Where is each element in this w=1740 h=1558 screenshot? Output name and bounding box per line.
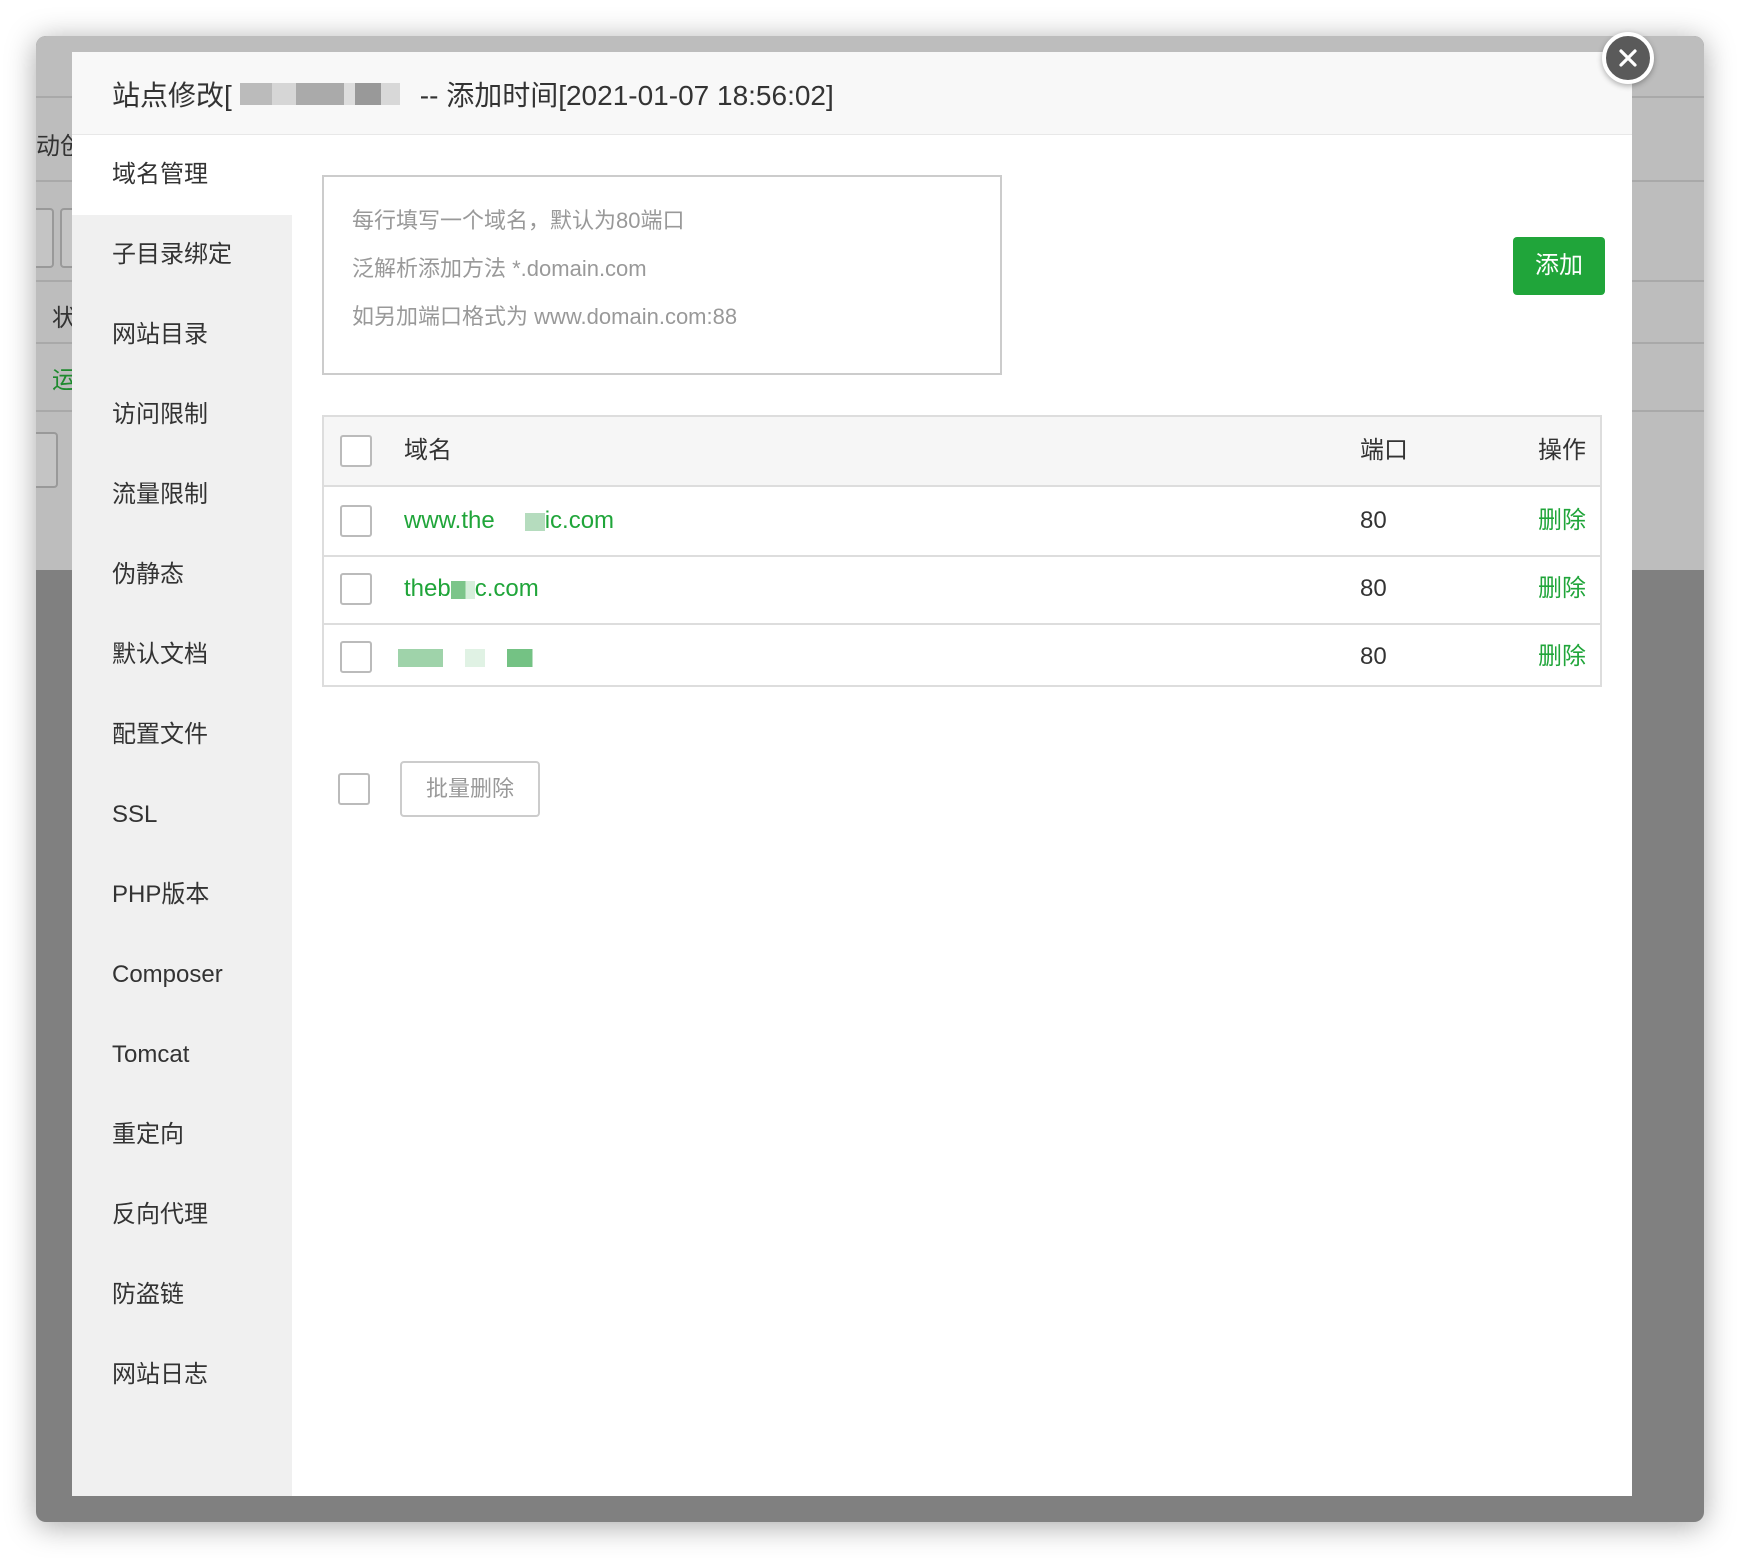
sidebar-item-label: Composer — [112, 961, 223, 988]
select-all-checkbox[interactable] — [340, 435, 372, 467]
sidebar-item-label: 流量限制 — [112, 481, 208, 508]
sidebar-item-label: Tomcat — [112, 1041, 190, 1068]
row-checkbox[interactable] — [340, 505, 372, 537]
modal-header: 站点修改[ -- 添加时间[2021-01-07 18:56:02] — [72, 52, 1632, 135]
table-row: 80 删除 — [324, 623, 1600, 691]
sidebar-item-label: 重定向 — [112, 1121, 184, 1148]
row-checkbox[interactable] — [340, 641, 372, 673]
header-domain: 域名 — [404, 437, 452, 464]
close-button[interactable] — [1602, 32, 1654, 84]
placeholder-line: 泛解析添加方法 *.domain.com — [352, 256, 647, 281]
table-row: www.the ic.com 80 删除 — [324, 487, 1600, 557]
domain-link[interactable]: theb c.com — [404, 555, 539, 623]
domain-management-panel: 每行填写一个域名，默认为80端口 泛解析添加方法 *.domain.com 如另… — [292, 135, 1632, 1496]
sidebar-item-label: 网站目录 — [112, 321, 208, 348]
header-port: 端口 — [1360, 437, 1408, 464]
close-icon — [1619, 49, 1637, 67]
sidebar-item-subdirectory-binding[interactable]: 子目录绑定 — [72, 215, 292, 295]
table-row: theb c.com 80 删除 — [324, 555, 1600, 625]
bulk-select-checkbox[interactable] — [338, 773, 370, 805]
redacted-site-name — [239, 83, 400, 105]
sidebar-item-label: 域名管理 — [112, 161, 208, 188]
table-header: 域名 端口 操作 — [324, 417, 1600, 487]
sidebar-item-label: 访问限制 — [112, 401, 208, 428]
redacted-domain-part — [494, 512, 545, 531]
sidebar-item-label: SSL — [112, 801, 158, 828]
site-edit-modal: 站点修改[ -- 添加时间[2021-01-07 18:56:02] 域名管理 … — [72, 52, 1632, 1496]
settings-sidebar: 域名管理 子目录绑定 网站目录 访问限制 流量限制 伪静态 默认文档 配置文件 … — [72, 135, 292, 1496]
sidebar-item-hotlink-protection[interactable]: 防盗链 — [72, 1255, 292, 1335]
sidebar-item-label: 配置文件 — [112, 721, 208, 748]
domain-link[interactable] — [398, 623, 538, 691]
sidebar-item-reverse-proxy[interactable]: 反向代理 — [72, 1175, 292, 1255]
sidebar-item-label: 反向代理 — [112, 1201, 208, 1228]
sidebar-item-label: 网站日志 — [112, 1361, 208, 1388]
add-domain-button[interactable]: 添加 — [1513, 237, 1605, 295]
sidebar-item-config-file[interactable]: 配置文件 — [72, 695, 292, 775]
placeholder-line: 每行填写一个域名，默认为80端口 — [352, 208, 685, 233]
delete-link[interactable]: 删除 — [1538, 487, 1586, 555]
sidebar-item-rewrite[interactable]: 伪静态 — [72, 535, 292, 615]
domain-text-start: theb — [404, 575, 451, 602]
sidebar-item-domain-management[interactable]: 域名管理 — [72, 135, 292, 215]
sidebar-item-label: 默认文档 — [112, 641, 208, 668]
sidebar-item-access-restriction[interactable]: 访问限制 — [72, 375, 292, 455]
domain-textarea[interactable]: 每行填写一个域名，默认为80端口 泛解析添加方法 *.domain.com 如另… — [322, 175, 1002, 375]
redacted-domain — [398, 648, 538, 667]
delete-link[interactable]: 删除 — [1538, 555, 1586, 623]
modal-title: 站点修改[ -- 添加时间[2021-01-07 18:56:02] — [112, 74, 834, 114]
sidebar-item-label: 子目录绑定 — [112, 241, 232, 268]
modal-title-suffix: -- 添加时间[2021-01-07 18:56:02] — [419, 80, 834, 111]
header-action: 操作 — [1538, 437, 1586, 464]
sidebar-item-default-document[interactable]: 默认文档 — [72, 615, 292, 695]
sidebar-item-php-version[interactable]: PHP版本 — [72, 855, 292, 935]
domain-table: 域名 端口 操作 www.the ic.com 80 删除 theb c.com 8… — [322, 415, 1602, 687]
domain-text-end: ic.com — [544, 507, 615, 534]
sidebar-item-composer[interactable]: Composer — [72, 935, 292, 1015]
domain-link[interactable]: www.the ic.com — [404, 487, 614, 555]
sidebar-item-label: 防盗链 — [112, 1281, 184, 1308]
sidebar-item-traffic-limit[interactable]: 流量限制 — [72, 455, 292, 535]
port-value: 80 — [1360, 507, 1387, 534]
bg-input — [36, 432, 58, 488]
sidebar-item-tomcat[interactable]: Tomcat — [72, 1015, 292, 1095]
bg-input — [36, 208, 54, 268]
row-checkbox[interactable] — [340, 573, 372, 605]
domain-text-end: c.com — [474, 575, 539, 602]
modal-title-prefix: 站点修改[ — [112, 80, 232, 111]
placeholder-line: 如另加端口格式为 www.domain.com:88 — [352, 304, 738, 329]
domain-text-start: www.the — [404, 507, 495, 534]
sidebar-item-label: PHP版本 — [112, 881, 210, 908]
sidebar-item-site-directory[interactable]: 网站目录 — [72, 295, 292, 375]
sidebar-item-redirect[interactable]: 重定向 — [72, 1095, 292, 1175]
sidebar-item-label: 伪静态 — [112, 561, 184, 588]
redacted-domain-part — [450, 580, 475, 599]
delete-link[interactable]: 删除 — [1538, 623, 1586, 691]
port-value: 80 — [1360, 575, 1387, 602]
bulk-delete-button[interactable]: 批量删除 — [400, 761, 540, 817]
sidebar-item-ssl[interactable]: SSL — [72, 775, 292, 855]
port-value: 80 — [1360, 643, 1387, 670]
sidebar-item-site-logs[interactable]: 网站日志 — [72, 1335, 292, 1415]
